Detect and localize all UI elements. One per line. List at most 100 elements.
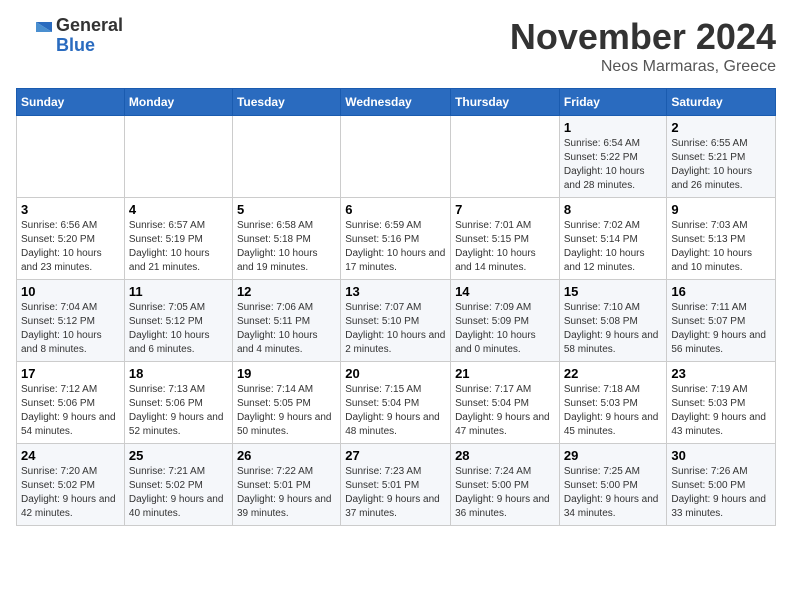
- day-info: Sunrise: 7:17 AM Sunset: 5:04 PM Dayligh…: [455, 383, 555, 439]
- day-number: 23: [671, 366, 771, 381]
- title-section: November 2024 Neos Marmaras, Greece: [510, 16, 776, 76]
- day-number: 29: [564, 448, 663, 463]
- calendar-cell: 15 Sunrise: 7:10 AM Sunset: 5:08 PM Dayli…: [559, 280, 667, 362]
- day-info: Sunrise: 7:20 AM Sunset: 5:02 PM Dayligh…: [21, 465, 120, 521]
- day-info: Sunrise: 7:03 AM Sunset: 5:13 PM Dayligh…: [671, 219, 771, 275]
- calendar-cell: 17Sunrise: 7:12 AM Sunset: 5:06 PM Dayli…: [17, 362, 125, 444]
- calendar-cell: 24 Sunrise: 7:20 AM Sunset: 5:02 PM Dayli…: [17, 444, 125, 526]
- day-info: Sunrise: 6:56 AM Sunset: 5:20 PM Dayligh…: [21, 219, 120, 275]
- day-of-week-header: Monday: [124, 89, 232, 116]
- day-of-week-header: Saturday: [667, 89, 776, 116]
- day-number: 10: [21, 284, 120, 299]
- calendar-cell: [451, 116, 560, 198]
- day-info: Sunrise: 7:13 AM Sunset: 5:06 PM Dayligh…: [129, 383, 228, 439]
- calendar-cell: 11 Sunrise: 7:05 AM Sunset: 5:12 PM Dayli…: [124, 280, 232, 362]
- day-of-week-header: Thursday: [451, 89, 560, 116]
- day-number: 13: [345, 284, 446, 299]
- calendar-cell: 13 Sunrise: 7:07 AM Sunset: 5:10 PM Dayli…: [341, 280, 451, 362]
- day-of-week-header: Wednesday: [341, 89, 451, 116]
- calendar-cell: 16 Sunrise: 7:11 AM Sunset: 5:07 PM Dayli…: [667, 280, 776, 362]
- day-info: Sunrise: 7:15 AM Sunset: 5:04 PM Dayligh…: [345, 383, 446, 439]
- day-info: Sunrise: 7:06 AM Sunset: 5:11 PM Dayligh…: [237, 301, 336, 357]
- calendar-cell: 1 Sunrise: 6:54 AM Sunset: 5:22 PM Daylig…: [559, 116, 667, 198]
- calendar-cell: 7Sunrise: 7:01 AM Sunset: 5:15 PM Daylig…: [451, 198, 560, 280]
- day-number: 18: [129, 366, 228, 381]
- day-number: 4: [129, 202, 228, 217]
- calendar-cell: 20 Sunrise: 7:15 AM Sunset: 5:04 PM Dayli…: [341, 362, 451, 444]
- calendar-body: 1 Sunrise: 6:54 AM Sunset: 5:22 PM Daylig…: [17, 116, 776, 526]
- days-of-week-row: SundayMondayTuesdayWednesdayThursdayFrid…: [17, 89, 776, 116]
- day-number: 14: [455, 284, 555, 299]
- day-of-week-header: Sunday: [17, 89, 125, 116]
- calendar-cell: 2Sunrise: 6:55 AM Sunset: 5:21 PM Daylig…: [667, 116, 776, 198]
- calendar-week-row: 3Sunrise: 6:56 AM Sunset: 5:20 PM Daylig…: [17, 198, 776, 280]
- calendar-cell: 23 Sunrise: 7:19 AM Sunset: 5:03 PM Dayli…: [667, 362, 776, 444]
- calendar-header: SundayMondayTuesdayWednesdayThursdayFrid…: [17, 89, 776, 116]
- day-number: 30: [671, 448, 771, 463]
- day-info: Sunrise: 7:05 AM Sunset: 5:12 PM Dayligh…: [129, 301, 228, 357]
- calendar-cell: 14 Sunrise: 7:09 AM Sunset: 5:09 PM Dayli…: [451, 280, 560, 362]
- day-of-week-header: Tuesday: [232, 89, 340, 116]
- day-info: Sunrise: 7:19 AM Sunset: 5:03 PM Dayligh…: [671, 383, 771, 439]
- calendar-table: SundayMondayTuesdayWednesdayThursdayFrid…: [16, 88, 776, 526]
- day-info: Sunrise: 7:18 AM Sunset: 5:03 PM Dayligh…: [564, 383, 663, 439]
- logo-text: General Blue: [56, 16, 123, 56]
- day-info: Sunrise: 7:02 AM Sunset: 5:14 PM Dayligh…: [564, 219, 663, 275]
- page-header: General Blue November 2024 Neos Marmaras…: [16, 16, 776, 76]
- day-number: 17: [21, 366, 120, 381]
- calendar-cell: 12 Sunrise: 7:06 AM Sunset: 5:11 PM Dayli…: [232, 280, 340, 362]
- calendar-cell: 28Sunrise: 7:24 AM Sunset: 5:00 PM Dayli…: [451, 444, 560, 526]
- day-number: 11: [129, 284, 228, 299]
- calendar-cell: 6Sunrise: 6:59 AM Sunset: 5:16 PM Daylig…: [341, 198, 451, 280]
- day-number: 15: [564, 284, 663, 299]
- calendar-cell: 10Sunrise: 7:04 AM Sunset: 5:12 PM Dayli…: [17, 280, 125, 362]
- day-number: 25: [129, 448, 228, 463]
- calendar-cell: 5 Sunrise: 6:58 AM Sunset: 5:18 PM Daylig…: [232, 198, 340, 280]
- calendar-cell: 25 Sunrise: 7:21 AM Sunset: 5:02 PM Dayli…: [124, 444, 232, 526]
- calendar-week-row: 24 Sunrise: 7:20 AM Sunset: 5:02 PM Dayli…: [17, 444, 776, 526]
- day-info: Sunrise: 7:26 AM Sunset: 5:00 PM Dayligh…: [671, 465, 771, 521]
- day-number: 22: [564, 366, 663, 381]
- calendar-cell: 3Sunrise: 6:56 AM Sunset: 5:20 PM Daylig…: [17, 198, 125, 280]
- calendar-cell: [17, 116, 125, 198]
- day-number: 28: [455, 448, 555, 463]
- day-info: Sunrise: 7:22 AM Sunset: 5:01 PM Dayligh…: [237, 465, 336, 521]
- calendar-cell: 4 Sunrise: 6:57 AM Sunset: 5:19 PM Daylig…: [124, 198, 232, 280]
- day-number: 1: [564, 120, 663, 135]
- day-number: 2: [671, 120, 771, 135]
- day-info: Sunrise: 7:10 AM Sunset: 5:08 PM Dayligh…: [564, 301, 663, 357]
- calendar-cell: 26Sunrise: 7:22 AM Sunset: 5:01 PM Dayli…: [232, 444, 340, 526]
- day-info: Sunrise: 6:54 AM Sunset: 5:22 PM Dayligh…: [564, 137, 663, 193]
- day-number: 5: [237, 202, 336, 217]
- day-info: Sunrise: 6:58 AM Sunset: 5:18 PM Dayligh…: [237, 219, 336, 275]
- calendar-week-row: 1 Sunrise: 6:54 AM Sunset: 5:22 PM Daylig…: [17, 116, 776, 198]
- location: Neos Marmaras, Greece: [510, 58, 776, 76]
- day-info: Sunrise: 6:59 AM Sunset: 5:16 PM Dayligh…: [345, 219, 446, 275]
- calendar-cell: 19 Sunrise: 7:14 AM Sunset: 5:05 PM Dayli…: [232, 362, 340, 444]
- logo-icon: [16, 18, 52, 54]
- day-number: 20: [345, 366, 446, 381]
- day-number: 21: [455, 366, 555, 381]
- day-number: 24: [21, 448, 120, 463]
- calendar-cell: 27Sunrise: 7:23 AM Sunset: 5:01 PM Dayli…: [341, 444, 451, 526]
- day-number: 12: [237, 284, 336, 299]
- day-info: Sunrise: 7:14 AM Sunset: 5:05 PM Dayligh…: [237, 383, 336, 439]
- day-info: Sunrise: 6:57 AM Sunset: 5:19 PM Dayligh…: [129, 219, 228, 275]
- day-of-week-header: Friday: [559, 89, 667, 116]
- day-info: Sunrise: 7:09 AM Sunset: 5:09 PM Dayligh…: [455, 301, 555, 357]
- calendar-cell: 30 Sunrise: 7:26 AM Sunset: 5:00 PM Dayli…: [667, 444, 776, 526]
- day-number: 9: [671, 202, 771, 217]
- calendar-week-row: 17Sunrise: 7:12 AM Sunset: 5:06 PM Dayli…: [17, 362, 776, 444]
- day-info: Sunrise: 7:11 AM Sunset: 5:07 PM Dayligh…: [671, 301, 771, 357]
- month-title: November 2024: [510, 16, 776, 58]
- calendar-cell: 18 Sunrise: 7:13 AM Sunset: 5:06 PM Dayli…: [124, 362, 232, 444]
- day-info: Sunrise: 7:07 AM Sunset: 5:10 PM Dayligh…: [345, 301, 446, 357]
- day-number: 16: [671, 284, 771, 299]
- calendar-cell: 29Sunrise: 7:25 AM Sunset: 5:00 PM Dayli…: [559, 444, 667, 526]
- logo-general: General: [56, 16, 123, 36]
- calendar-week-row: 10Sunrise: 7:04 AM Sunset: 5:12 PM Dayli…: [17, 280, 776, 362]
- day-info: Sunrise: 7:21 AM Sunset: 5:02 PM Dayligh…: [129, 465, 228, 521]
- calendar-cell: [232, 116, 340, 198]
- calendar-cell: [341, 116, 451, 198]
- day-number: 19: [237, 366, 336, 381]
